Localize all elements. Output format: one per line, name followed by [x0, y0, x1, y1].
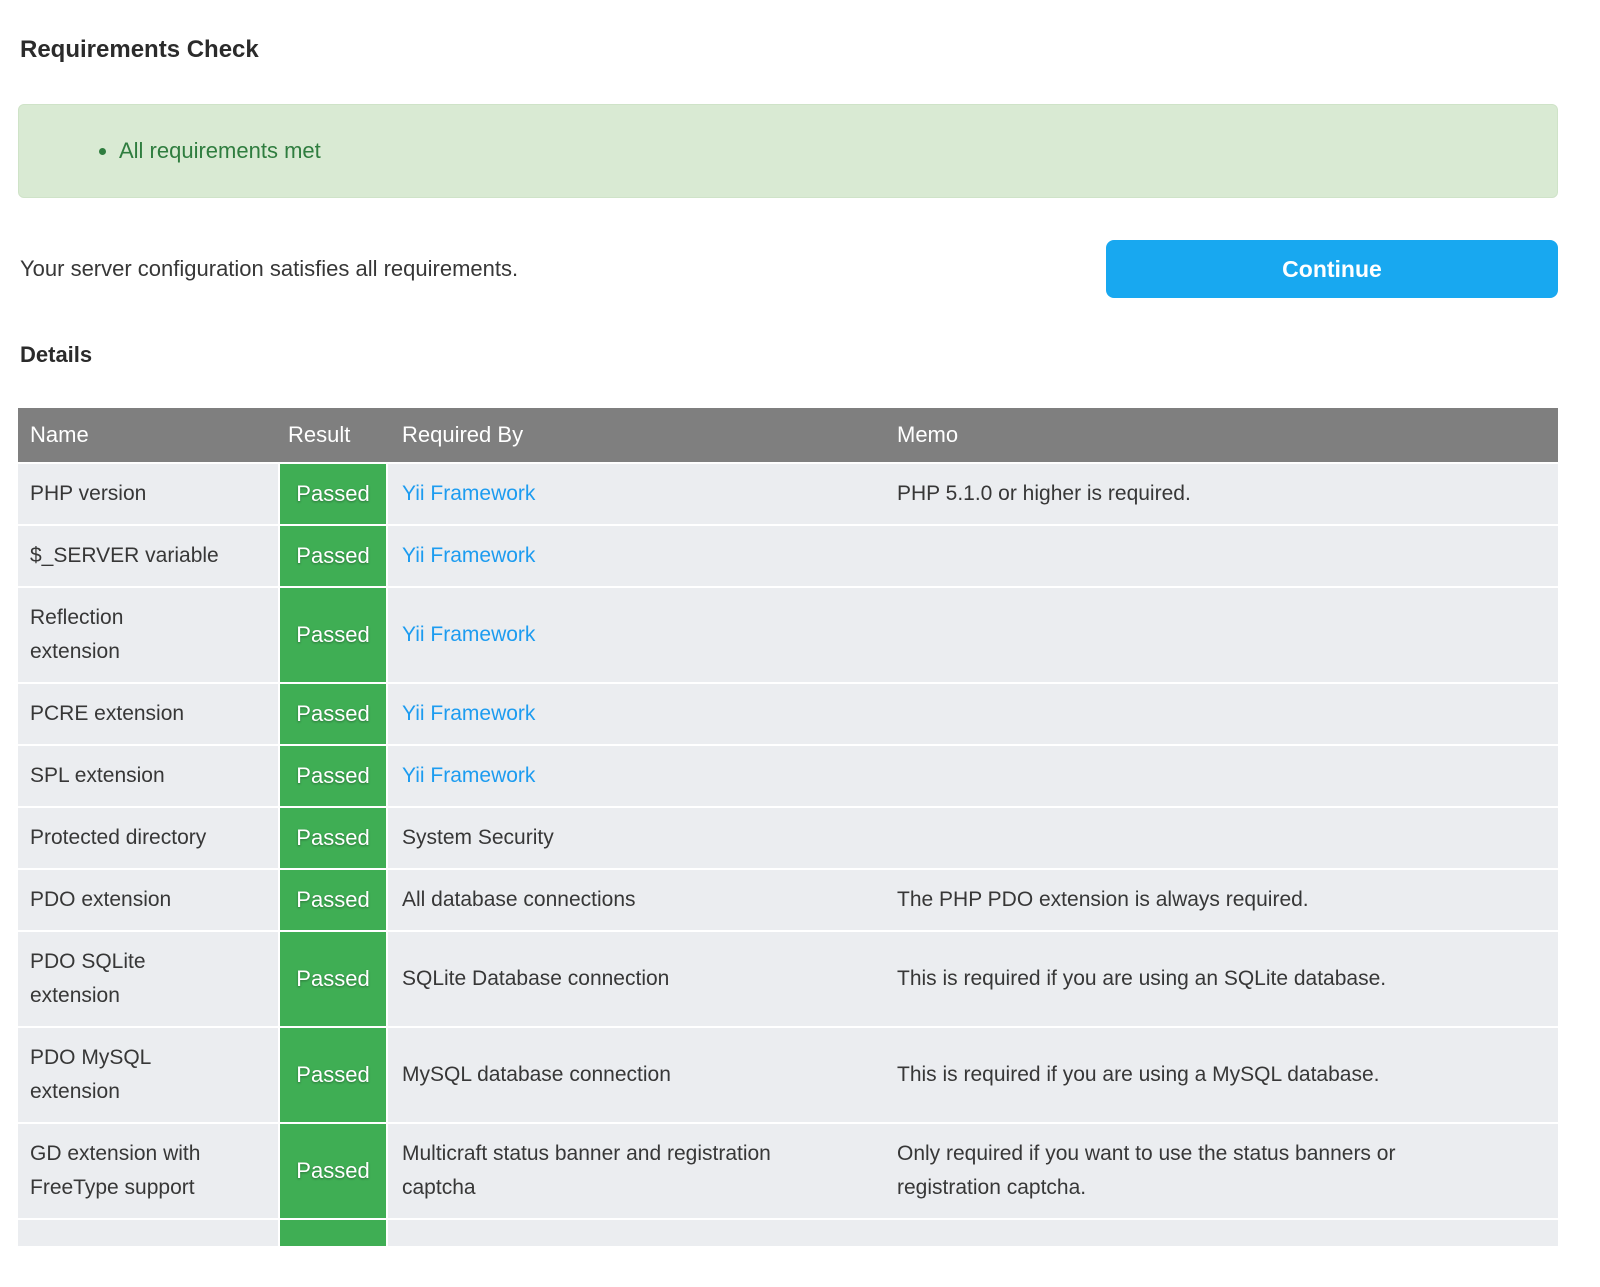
col-header-required-by: Required By: [388, 408, 885, 464]
result-badge: Passed: [278, 464, 388, 526]
result-badge: Passed: [278, 932, 388, 1028]
result-badge: Passed: [278, 684, 388, 746]
table-header-row: Name Result Required By Memo: [18, 408, 1558, 464]
table-row: Protected directoryPassedSystem Security: [18, 808, 1558, 870]
name-cell: PDO extension: [18, 870, 278, 932]
name-cell: $_SERVER variable: [18, 526, 278, 588]
name-cell: PDO SQLite extension: [18, 932, 278, 1028]
memo-cell: [885, 808, 1558, 870]
memo-cell: [885, 526, 1558, 588]
name-cell: [18, 1220, 278, 1248]
result-badge: Passed: [278, 588, 388, 684]
required-by-link[interactable]: Yii Framework: [402, 623, 535, 646]
col-header-result: Result: [278, 408, 388, 464]
details-title: Details: [20, 342, 1558, 368]
col-header-name: Name: [18, 408, 278, 464]
requirements-table: Name Result Required By Memo PHP version…: [18, 408, 1558, 1248]
table-row: PDO SQLite extensionPassedSQLite Databas…: [18, 932, 1558, 1028]
result-badge: Passed: [278, 1124, 388, 1220]
memo-cell: [885, 588, 1558, 684]
col-header-memo: Memo: [885, 408, 1558, 464]
memo-cell: This is required if you are using an SQL…: [885, 932, 1558, 1028]
required-by-link[interactable]: Yii Framework: [402, 702, 535, 725]
table-row: PDO MySQL extensionPassedMySQL database …: [18, 1028, 1558, 1124]
name-cell: Protected directory: [18, 808, 278, 870]
name-cell: SPL extension: [18, 746, 278, 808]
success-alert: All requirements met: [18, 104, 1558, 198]
required-by-cell: Yii Framework: [388, 588, 885, 684]
result-badge: [278, 1220, 388, 1248]
memo-cell: This is required if you are using a MySQ…: [885, 1028, 1558, 1124]
required-by-cell: All database connections: [388, 870, 885, 932]
required-by-link[interactable]: Yii Framework: [402, 544, 535, 567]
name-cell: PDO MySQL extension: [18, 1028, 278, 1124]
result-badge: Passed: [278, 1028, 388, 1124]
name-cell: PHP version: [18, 464, 278, 526]
memo-cell: PHP 5.1.0 or higher is required.: [885, 464, 1558, 526]
continue-button[interactable]: Continue: [1106, 240, 1558, 298]
result-badge: Passed: [278, 526, 388, 588]
status-text: Your server configuration satisfies all …: [18, 256, 518, 282]
table-row: SPL extensionPassed Yii Framework: [18, 746, 1558, 808]
required-by-cell: Yii Framework: [388, 526, 885, 588]
memo-cell: [885, 746, 1558, 808]
required-by-cell: Yii Framework: [388, 746, 885, 808]
required-by-cell: Multicraft status banner and registratio…: [388, 1124, 885, 1220]
memo-cell: Only required if you want to use the sta…: [885, 1124, 1558, 1220]
required-by-cell: System Security: [388, 808, 885, 870]
memo-cell: The PHP PDO extension is always required…: [885, 870, 1558, 932]
page-title: Requirements Check: [20, 36, 1558, 64]
required-by-link[interactable]: Yii Framework: [402, 482, 535, 505]
table-row: $_SERVER variablePassed Yii Framework: [18, 526, 1558, 588]
result-badge: Passed: [278, 808, 388, 870]
alert-item: All requirements met: [119, 137, 1557, 165]
table-row: PHP versionPassed Yii Framework PHP 5.1.0 …: [18, 464, 1558, 526]
name-cell: Reflection extension: [18, 588, 278, 684]
required-by-cell: SQLite Database connection: [388, 932, 885, 1028]
alert-list: All requirements met: [19, 137, 1557, 165]
name-cell: GD extension with FreeType support: [18, 1124, 278, 1220]
table-row: PCRE extensionPassed Yii Framework: [18, 684, 1558, 746]
required-by-cell: [388, 1220, 885, 1248]
memo-cell: [885, 684, 1558, 746]
table-row: Reflection extensionPassed Yii Framework: [18, 588, 1558, 684]
result-badge: Passed: [278, 746, 388, 808]
required-by-cell: Yii Framework: [388, 684, 885, 746]
name-cell: PCRE extension: [18, 684, 278, 746]
requirements-page: Requirements Check All requirements met …: [0, 36, 1600, 1248]
table-row: PDO extensionPassedAll database connecti…: [18, 870, 1558, 932]
required-by-link[interactable]: Yii Framework: [402, 764, 535, 787]
status-row: Your server configuration satisfies all …: [18, 240, 1558, 298]
required-by-cell: MySQL database connection: [388, 1028, 885, 1124]
result-badge: Passed: [278, 870, 388, 932]
required-by-cell: Yii Framework: [388, 464, 885, 526]
memo-cell: [885, 1220, 1558, 1248]
table-row: [18, 1220, 1558, 1248]
table-body: PHP versionPassedYii FrameworkPHP 5.1.0 …: [18, 464, 1558, 1248]
table-row: GD extension with FreeType supportPassed…: [18, 1124, 1558, 1220]
